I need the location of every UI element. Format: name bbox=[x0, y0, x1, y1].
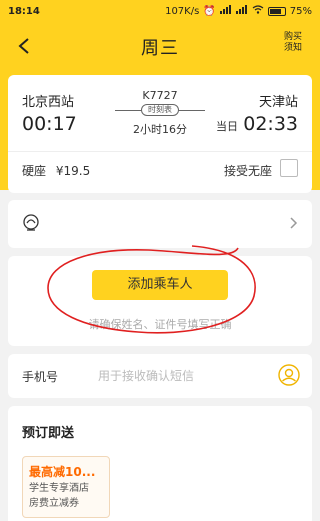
train-station-icon bbox=[23, 214, 39, 231]
purchase-notice-link[interactable]: 购买 须知 bbox=[278, 32, 308, 54]
phone-label: 手机号 bbox=[22, 370, 59, 384]
arrive-day: 当日 bbox=[216, 120, 238, 133]
seat-type: 硬座 bbox=[22, 164, 47, 178]
battery-percent: 75% bbox=[289, 5, 312, 17]
seat-price: ¥19.5 bbox=[55, 164, 91, 178]
promo-title: 预订即送 bbox=[22, 426, 75, 441]
wifi-icon bbox=[252, 5, 264, 17]
purchase-notice-line2: 须知 bbox=[283, 43, 302, 53]
signal-icon-2 bbox=[235, 5, 248, 17]
status-time: 18:14 bbox=[8, 5, 40, 17]
schedule-label: 时刻表 bbox=[141, 104, 179, 116]
battery-icon bbox=[267, 6, 286, 16]
trip-card: 北京西站 00:17 K7727 时刻表 2小时16分 天津站 当日 02:33… bbox=[8, 75, 312, 193]
depart-time: 00:17 bbox=[22, 113, 77, 135]
arrive-time: 02:33 bbox=[243, 113, 298, 135]
status-bar: 18:14 107K/s ⏰ 75% bbox=[0, 0, 320, 22]
nav-bar: 周三 购买 须知 bbox=[0, 26, 320, 66]
to-station: 天津站 bbox=[258, 95, 298, 110]
alarm-icon: ⏰ bbox=[203, 5, 216, 17]
signal-icon bbox=[219, 5, 232, 17]
red-annotation-circle bbox=[47, 245, 256, 334]
accept-no-seat-checkbox[interactable] bbox=[280, 159, 298, 177]
coupon-line2: 房费立减券 bbox=[29, 498, 79, 509]
accept-no-seat-label: 接受无座 bbox=[223, 164, 272, 178]
network-speed: 107K/s bbox=[165, 5, 200, 17]
divider bbox=[8, 151, 312, 152]
phone-input[interactable] bbox=[98, 366, 268, 386]
chevron-right-icon bbox=[290, 217, 298, 229]
page-title: 周三 bbox=[141, 38, 179, 59]
promo-card: 预订即送 最高减10... 学生专享酒店 房费立减券 bbox=[8, 406, 312, 521]
seat-info: 硬座 ¥19.5 bbox=[22, 162, 90, 179]
coupon-headline: 最高减10... bbox=[29, 465, 96, 479]
coupon-line1: 学生专享酒店 bbox=[29, 483, 89, 494]
schedule-button[interactable]: 时刻表 bbox=[115, 103, 205, 117]
trip-duration: 2小时16分 bbox=[133, 123, 187, 136]
phone-row: 手机号 bbox=[8, 354, 312, 398]
from-station: 北京西站 bbox=[22, 95, 75, 110]
purchase-notice-line1: 购买 bbox=[283, 32, 302, 42]
train-number: K7727 bbox=[142, 89, 178, 102]
contact-icon[interactable] bbox=[278, 364, 300, 386]
status-right: 107K/s ⏰ 75% bbox=[165, 5, 312, 17]
hotel-coupon[interactable]: 最高减10... 学生专享酒店 房费立减券 bbox=[22, 456, 110, 518]
